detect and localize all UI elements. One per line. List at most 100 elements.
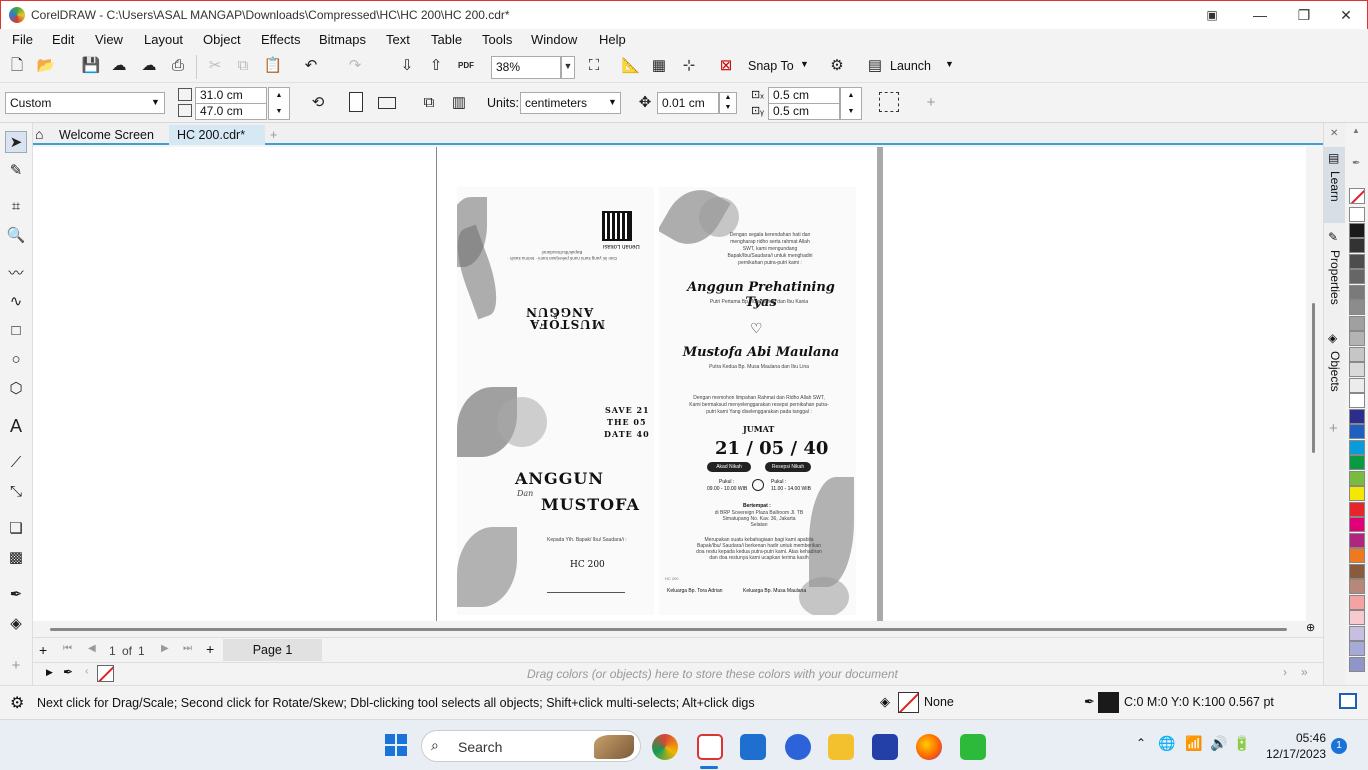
chevron-up-icon[interactable]: ▲	[1352, 126, 1360, 135]
color-swatch[interactable]	[1349, 579, 1365, 594]
page-tab[interactable]: Page 1	[223, 639, 322, 661]
guidelines-icon[interactable]: ⊹	[678, 55, 700, 77]
drop-shadow-icon[interactable]: ❏	[5, 518, 27, 540]
new-tab-plus-icon[interactable]: +	[267, 125, 285, 145]
add-page-before-icon[interactable]: +	[39, 642, 47, 658]
eyedropper-icon[interactable]: ✒	[5, 584, 27, 606]
cloud-upload-icon[interactable]: ☁	[138, 55, 160, 77]
vertical-scrollbar[interactable]	[1306, 147, 1323, 621]
cut-icon[interactable]: ✂	[204, 55, 226, 77]
chevron-left-icon[interactable]: ‹	[85, 666, 88, 677]
chevron-right-icon[interactable]: ›	[1283, 665, 1287, 679]
page-frame-icon[interactable]	[879, 92, 899, 112]
color-swatch[interactable]	[1349, 424, 1365, 439]
menu-edit[interactable]: Edit	[52, 32, 74, 47]
color-swatch[interactable]	[1349, 269, 1365, 284]
redo-icon[interactable]: ↷	[344, 55, 366, 77]
maximize-button[interactable]: ❐	[1281, 1, 1327, 30]
page-size-select[interactable]: Custom	[5, 92, 165, 114]
edge-icon[interactable]	[785, 734, 811, 760]
color-swatch[interactable]	[1349, 656, 1365, 672]
invitation-panel-top-left[interactable]: Denah Lokasi Dan ini yang kami nanti pek…	[457, 187, 654, 387]
app-triangle-icon[interactable]	[872, 734, 898, 760]
duplicate-y-field[interactable]: 0.5 cm	[768, 103, 840, 120]
first-page-icon[interactable]: ⏮	[63, 643, 72, 654]
orientation-icon[interactable]: ⟲	[307, 92, 329, 114]
color-swatch[interactable]	[1349, 455, 1365, 470]
color-swatch[interactable]	[1349, 486, 1365, 501]
current-page-number[interactable]: 1	[109, 644, 116, 658]
menu-window[interactable]: Window	[531, 32, 577, 47]
nudge-distance-field[interactable]: 0.01 cm	[657, 92, 719, 114]
launch-button[interactable]: Launch	[890, 59, 931, 73]
color-swatch[interactable]	[1349, 362, 1365, 377]
speaker-icon[interactable]: 🔊	[1210, 735, 1227, 752]
paste-icon[interactable]: 📋	[262, 55, 284, 77]
color-swatch[interactable]	[1349, 393, 1365, 408]
menu-tools[interactable]: Tools	[482, 32, 512, 47]
color-swatch[interactable]	[1349, 532, 1365, 548]
color-swatch[interactable]	[1349, 610, 1365, 625]
import-icon[interactable]: ⇩	[396, 55, 418, 77]
horizontal-scroll-thumb[interactable]	[50, 628, 1287, 631]
clock-time[interactable]: 05:46	[1296, 731, 1326, 745]
color-swatch[interactable]	[1349, 315, 1365, 331]
network-globe-icon[interactable]: 🌐	[1158, 735, 1175, 752]
crop-tool-icon[interactable]: ⌗	[5, 196, 27, 218]
duplicate-x-field[interactable]: 0.5 cm	[768, 87, 840, 104]
last-page-icon[interactable]: ⏭	[183, 643, 192, 654]
zoom-tool-icon[interactable]: 🔍	[5, 225, 27, 247]
undo-icon[interactable]: ↶	[300, 55, 322, 77]
menu-view[interactable]: View	[95, 32, 123, 47]
menu-file[interactable]: File	[12, 32, 33, 47]
chevron-up-icon[interactable]: ⌃	[1136, 736, 1146, 750]
chevron-down-icon[interactable]: ▼	[945, 59, 954, 69]
minimize-button[interactable]: —	[1237, 1, 1283, 30]
open-folder-icon[interactable]: 📂	[35, 55, 57, 77]
tab-learn[interactable]: Learn	[1328, 171, 1342, 202]
color-swatch[interactable]	[1349, 238, 1365, 253]
close-icon[interactable]: ✕	[1330, 128, 1338, 139]
menu-text[interactable]: Text	[386, 32, 410, 47]
microsoft-store-icon[interactable]	[740, 734, 766, 760]
chevron-down-icon[interactable]: ▼	[800, 59, 809, 69]
battery-icon[interactable]: 🔋	[1233, 735, 1250, 752]
color-swatch[interactable]	[1349, 222, 1365, 238]
eyedropper-icon[interactable]: ✒	[63, 665, 73, 679]
all-pages-icon[interactable]: ⧉	[418, 92, 440, 114]
menu-layout[interactable]: Layout	[144, 32, 183, 47]
restore-image-icon[interactable]: ▣	[1189, 1, 1235, 30]
pdf-icon[interactable]: PDF	[455, 55, 477, 77]
tab-welcome-screen[interactable]: Welcome Screen	[51, 125, 169, 145]
add-page-after-icon[interactable]: +	[206, 641, 214, 657]
no-color-swatch[interactable]	[1349, 188, 1365, 204]
color-swatch[interactable]	[1349, 207, 1365, 222]
chevron-down-icon[interactable]: ▼	[561, 56, 575, 79]
color-swatch[interactable]	[1349, 470, 1365, 486]
close-button[interactable]: ✕	[1323, 1, 1368, 30]
chevron-right-icon[interactable]: ▶	[46, 667, 53, 678]
snap-to-button[interactable]: Snap To	[748, 59, 794, 73]
firefox-icon[interactable]	[916, 734, 942, 760]
portrait-icon[interactable]	[349, 92, 363, 112]
menu-effects[interactable]: Effects	[261, 32, 301, 47]
coreldraw-taskbar-icon[interactable]	[697, 734, 723, 760]
tab-objects[interactable]: Objects	[1328, 351, 1342, 392]
color-swatch[interactable]	[1349, 548, 1365, 563]
rulers-icon[interactable]: 📐	[620, 55, 642, 77]
color-swatch[interactable]	[1349, 300, 1365, 315]
eyedropper-icon[interactable]: ✒	[1352, 158, 1360, 169]
no-color-swatch[interactable]	[97, 665, 114, 682]
invitation-panel-bottom-right[interactable]: Dengan memohon limpahan Rahmat dan Ridho…	[659, 387, 856, 615]
spinner-arrows-icon[interactable]: ▲ ▼	[719, 92, 737, 114]
spinner-arrows-icon[interactable]: ▲ ▼	[840, 87, 862, 120]
prev-page-icon[interactable]: ◀	[88, 643, 96, 654]
chrome-icon[interactable]	[652, 734, 678, 760]
shape-tool-icon[interactable]: ✎	[5, 160, 27, 182]
print-icon[interactable]: ⎙	[167, 55, 189, 77]
next-page-icon[interactable]: ▶	[161, 643, 169, 654]
color-swatch[interactable]	[1349, 501, 1365, 517]
freehand-tool-icon[interactable]: 〰	[5, 263, 27, 285]
expand-icon[interactable]: »	[1301, 665, 1308, 679]
invitation-panel-bottom-left[interactable]: SAVE 21 THE 05 DATE 40 ANGGUN Dan MUSTOF…	[457, 387, 654, 615]
